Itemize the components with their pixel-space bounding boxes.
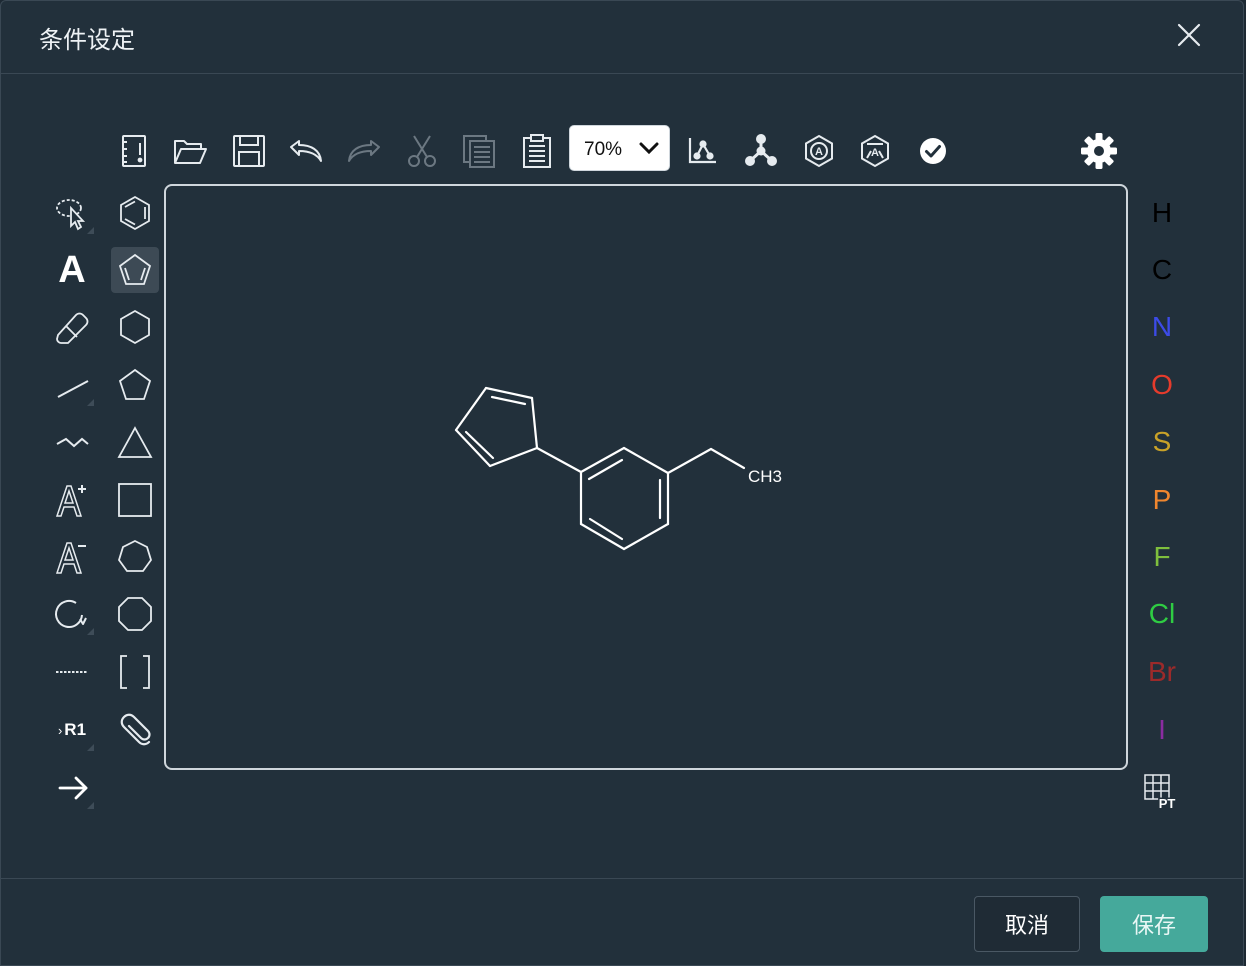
cyclopropane-template[interactable] [111, 419, 159, 465]
svg-text:A: A [815, 146, 823, 158]
element-s-button[interactable]: S [1138, 419, 1186, 465]
element-cl-button[interactable]: Cl [1138, 591, 1186, 637]
attachment-clip-icon[interactable] [111, 707, 159, 753]
dialog-footer: 取消 保存 [1, 878, 1243, 965]
periodic-table-icon[interactable]: PT [1138, 768, 1186, 814]
undo-icon[interactable] [283, 128, 329, 174]
element-o-button[interactable]: O [1138, 362, 1186, 408]
svg-text:A: A [871, 147, 879, 159]
single-bond-tool[interactable] [48, 362, 96, 408]
periodic-table-label: PT [1159, 796, 1176, 811]
dialog-header: 条件设定 [1, 1, 1243, 74]
layout-icon[interactable] [680, 128, 726, 174]
lasso-select-tool[interactable] [48, 190, 96, 236]
text-tool-label: A [58, 248, 86, 291]
rotate-tool[interactable] [48, 591, 96, 637]
template-icon[interactable] [112, 128, 158, 174]
drawing-canvas[interactable]: CH3 [164, 184, 1128, 770]
cyclopentadiene-template[interactable] [111, 247, 159, 293]
close-icon[interactable] [1175, 21, 1203, 49]
element-f-button[interactable]: F [1138, 534, 1186, 580]
save-button[interactable]: 保存 [1100, 896, 1208, 952]
cancel-button[interactable]: 取消 [974, 896, 1080, 952]
save-disk-icon[interactable] [226, 128, 272, 174]
reaction-arrow-tool[interactable] [48, 765, 96, 811]
chain-tool[interactable] [48, 419, 96, 465]
copy-icon[interactable] [456, 128, 502, 174]
charge-minus-tool[interactable] [48, 534, 96, 580]
element-n-button[interactable]: N [1138, 304, 1186, 350]
element-br-button[interactable]: Br [1138, 649, 1186, 695]
clean-up-icon[interactable] [738, 128, 784, 174]
charge-plus-tool[interactable] [48, 477, 96, 523]
molecule-structure: CH3 [454, 386, 782, 551]
check-icon[interactable] [910, 128, 956, 174]
rgroup-label: R1 [64, 720, 87, 739]
editor-dialog: 条件设定 70% A A A › R1 CH3 H C N O S P F Cl… [0, 0, 1244, 966]
element-c-button[interactable]: C [1138, 247, 1186, 293]
cyclooctane-template[interactable] [111, 591, 159, 637]
cycloheptane-template[interactable] [111, 534, 159, 580]
dearomatize-icon[interactable]: A [852, 128, 898, 174]
rgroup-tool[interactable]: › R1 [48, 707, 96, 753]
settings-gear-icon[interactable] [1076, 128, 1122, 174]
element-h-button[interactable]: H [1138, 190, 1186, 236]
aromatize-icon[interactable]: A [796, 128, 842, 174]
dialog-title: 条件设定 [39, 26, 135, 54]
cyclopentane-template[interactable] [111, 362, 159, 408]
dashed-bond-tool[interactable] [48, 649, 96, 695]
zoom-select[interactable]: 70% [569, 125, 670, 171]
redo-icon[interactable] [341, 128, 387, 174]
cyclohexane-template[interactable] [111, 304, 159, 350]
text-tool[interactable]: A [48, 247, 96, 293]
open-folder-icon[interactable] [167, 128, 213, 174]
cut-icon[interactable] [399, 128, 445, 174]
paste-icon[interactable] [514, 128, 560, 174]
element-i-button[interactable]: I [1138, 707, 1186, 753]
element-p-button[interactable]: P [1138, 477, 1186, 523]
cyclobutane-template[interactable] [111, 477, 159, 523]
zoom-value: 70% [584, 139, 623, 160]
chevron-down-icon [639, 140, 659, 162]
methyl-label: CH3 [748, 467, 782, 486]
eraser-tool[interactable] [48, 304, 96, 350]
benzene-template[interactable] [111, 190, 159, 236]
bracket-tool[interactable] [111, 649, 159, 695]
